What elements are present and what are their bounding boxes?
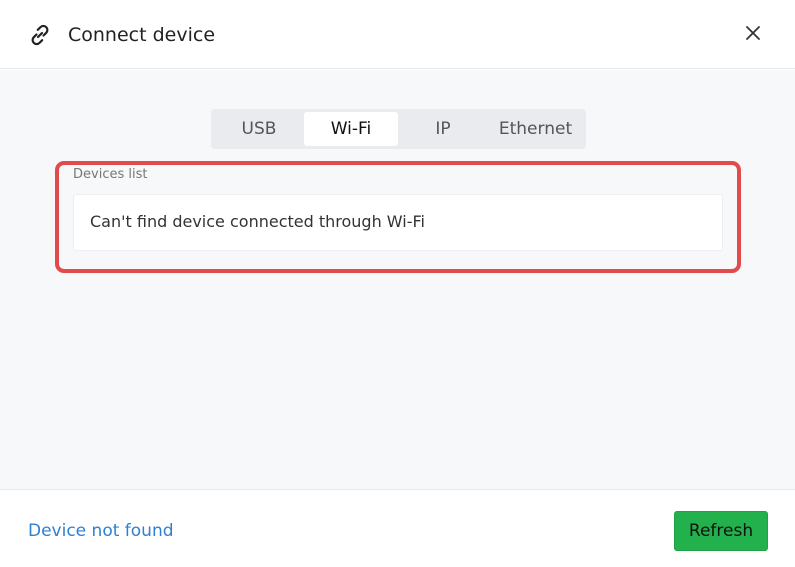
dialog-body: USB Wi-Fi IP Ethernet Devices list Can't… bbox=[0, 70, 795, 489]
device-not-found-link[interactable]: Device not found bbox=[28, 521, 174, 541]
dialog-title: Connect device bbox=[68, 24, 216, 46]
devices-list: Can't find device connected through Wi-F… bbox=[73, 194, 723, 251]
dialog-header: Connect device bbox=[0, 0, 795, 69]
tab-usb[interactable]: USB bbox=[214, 112, 304, 146]
tab-ethernet[interactable]: Ethernet bbox=[488, 112, 583, 146]
refresh-button[interactable]: Refresh bbox=[674, 511, 768, 551]
connection-type-tabs: USB Wi-Fi IP Ethernet bbox=[211, 109, 586, 149]
devices-list-label: Devices list bbox=[73, 167, 148, 182]
close-icon[interactable] bbox=[742, 22, 764, 44]
link-icon bbox=[31, 24, 49, 46]
dialog-footer: Device not found Refresh bbox=[0, 489, 795, 567]
tab-ip[interactable]: IP bbox=[398, 112, 488, 146]
devices-empty-message: Can't find device connected through Wi-F… bbox=[90, 212, 425, 231]
tab-wifi[interactable]: Wi-Fi bbox=[304, 112, 398, 146]
